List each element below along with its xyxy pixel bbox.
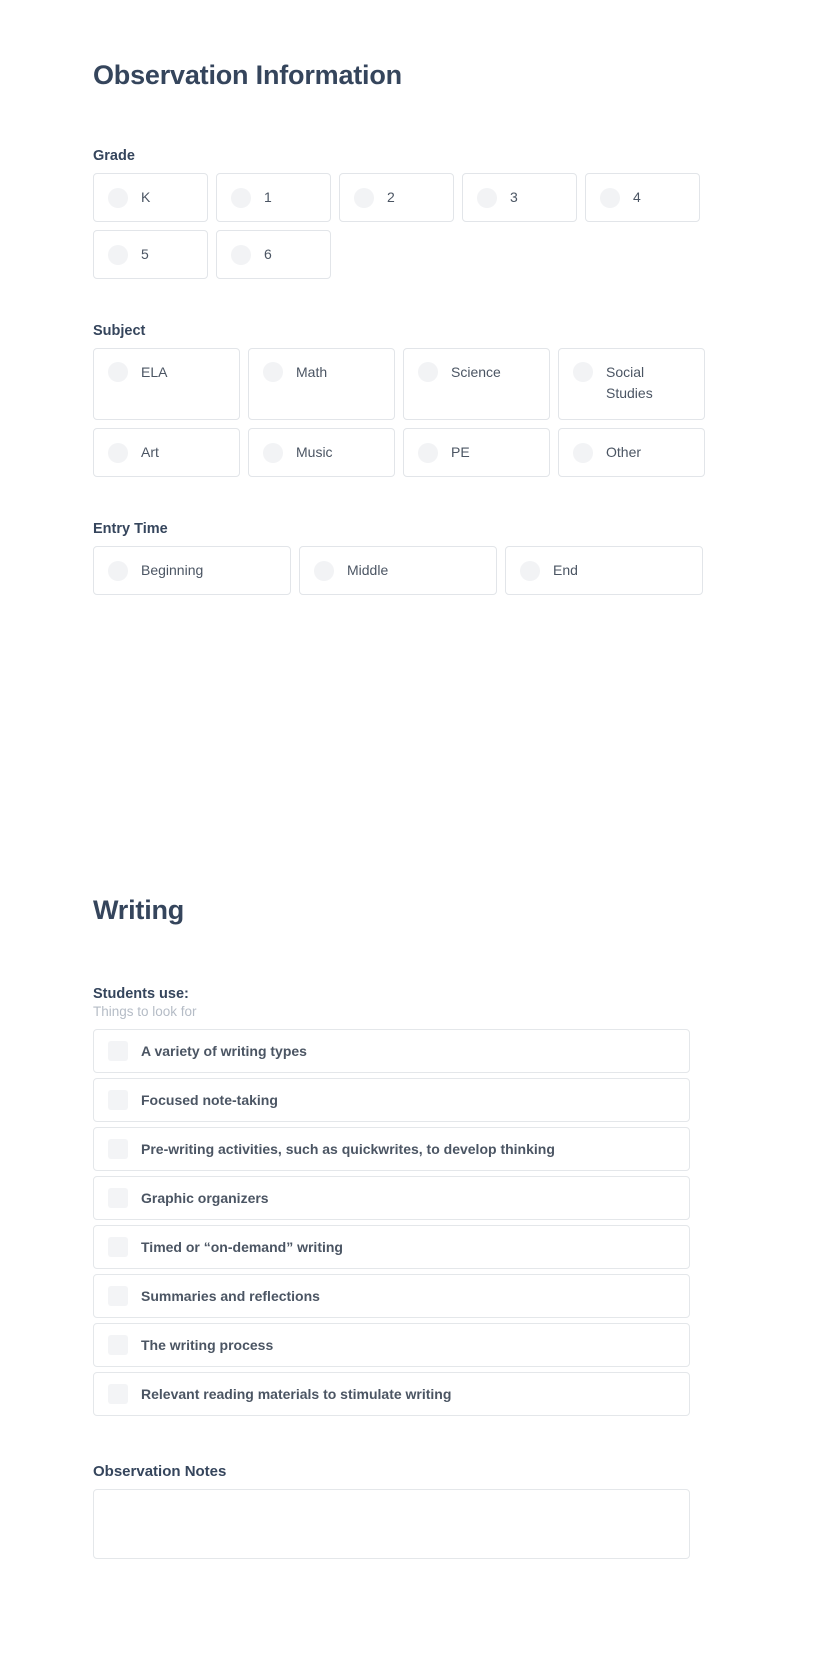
radio-icon [418, 362, 438, 382]
observation-information-section: Observation Information [93, 0, 747, 91]
checklist-item-label: Pre-writing activities, such as quickwri… [141, 1141, 555, 1157]
checklist-item[interactable]: Focused note-taking [93, 1078, 690, 1122]
radio-icon [108, 442, 128, 463]
radio-icon [477, 187, 497, 208]
checklist-item-label: Summaries and reflections [141, 1288, 320, 1304]
option-label: Social Studies [606, 364, 653, 401]
option-label: 5 [141, 246, 149, 262]
subject-field-group: Subject ELA Math Science Social Studies … [93, 323, 747, 477]
checklist-item-label: Graphic organizers [141, 1190, 269, 1206]
subject-option-social-studies[interactable]: Social Studies [558, 348, 705, 420]
grade-option-4[interactable]: 4 [585, 173, 700, 222]
radio-icon [263, 442, 283, 463]
radio-icon [354, 187, 374, 208]
radio-icon [573, 442, 593, 463]
checklist-item-label: A variety of writing types [141, 1043, 307, 1059]
observation-notes-field-group: Observation Notes [93, 1463, 747, 1559]
checkbox-icon[interactable] [108, 1139, 128, 1159]
grade-option-grid: K 1 2 3 4 5 6 [93, 173, 747, 279]
checkbox-icon[interactable] [108, 1041, 128, 1061]
checkbox-icon[interactable] [108, 1384, 128, 1404]
grade-option-1[interactable]: 1 [216, 173, 331, 222]
grade-option-6[interactable]: 6 [216, 230, 331, 279]
checklist-item[interactable]: Pre-writing activities, such as quickwri… [93, 1127, 690, 1171]
checkbox-icon[interactable] [108, 1335, 128, 1355]
option-label: Beginning [141, 562, 204, 578]
radio-icon [520, 560, 540, 581]
students-use-checklist: A variety of writing types Focused note-… [93, 1029, 747, 1416]
radio-icon [108, 362, 128, 382]
subject-option-grid: ELA Math Science Social Studies Art Musi… [93, 348, 747, 477]
entry-time-field-group: Entry Time Beginning Middle End [93, 521, 747, 595]
option-label: 6 [264, 246, 272, 262]
grade-option-2[interactable]: 2 [339, 173, 454, 222]
option-label: 1 [264, 189, 272, 205]
option-label: 2 [387, 189, 395, 205]
checklist-item[interactable]: Relevant reading materials to stimulate … [93, 1372, 690, 1416]
option-label: Music [296, 444, 333, 460]
checkbox-icon[interactable] [108, 1237, 128, 1257]
entry-time-option-grid: Beginning Middle End [93, 546, 747, 595]
checklist-item-label: The writing process [141, 1337, 274, 1353]
subject-option-other[interactable]: Other [558, 428, 705, 477]
writing-section: Writing [93, 595, 747, 926]
checklist-item[interactable]: Graphic organizers [93, 1176, 690, 1220]
radio-icon [108, 244, 128, 265]
subject-option-pe[interactable]: PE [403, 428, 550, 477]
option-label: Science [451, 364, 501, 380]
option-label: 4 [633, 189, 641, 205]
observation-notes-label: Observation Notes [93, 1463, 227, 1480]
checklist-item[interactable]: A variety of writing types [93, 1029, 690, 1073]
subject-option-math[interactable]: Math [248, 348, 395, 420]
radio-icon [108, 560, 128, 581]
subject-option-science[interactable]: Science [403, 348, 550, 420]
checkbox-icon[interactable] [108, 1090, 128, 1110]
students-use-field-group: Students use: Things to look for A varie… [93, 986, 747, 1416]
students-use-sublabel: Things to look for [93, 1004, 197, 1019]
students-use-label: Students use: [93, 986, 189, 1002]
entry-time-option-beginning[interactable]: Beginning [93, 546, 291, 595]
radio-icon [600, 187, 620, 208]
option-label: PE [451, 444, 470, 460]
writing-section-title: Writing [93, 895, 185, 925]
checkbox-icon[interactable] [108, 1188, 128, 1208]
grade-field-group: Grade K 1 2 3 4 5 6 [93, 148, 747, 279]
radio-icon [418, 442, 438, 463]
option-label: 3 [510, 189, 518, 205]
option-label: Math [296, 364, 328, 380]
checklist-item-label: Timed or “on-demand” writing [141, 1239, 343, 1255]
page-title: Observation Information [93, 60, 402, 90]
grade-option-k[interactable]: K [93, 173, 208, 222]
entry-time-option-end[interactable]: End [505, 546, 703, 595]
checklist-item-label: Focused note-taking [141, 1092, 278, 1108]
subject-option-art[interactable]: Art [93, 428, 240, 477]
checklist-item-label: Relevant reading materials to stimulate … [141, 1386, 452, 1402]
radio-icon [263, 362, 283, 382]
checklist-item[interactable]: Summaries and reflections [93, 1274, 690, 1318]
option-label: Middle [347, 562, 389, 578]
option-label: ELA [141, 364, 168, 380]
option-label: K [141, 189, 151, 205]
radio-icon [231, 244, 251, 265]
grade-option-5[interactable]: 5 [93, 230, 208, 279]
option-label: Art [141, 444, 159, 460]
radio-icon [108, 187, 128, 208]
grade-label: Grade [93, 148, 135, 164]
observation-form-page: Observation Information Grade K 1 2 3 4 … [0, 0, 840, 1680]
subject-label: Subject [93, 323, 146, 339]
option-label: End [553, 562, 578, 578]
entry-time-option-middle[interactable]: Middle [299, 546, 497, 595]
subject-option-music[interactable]: Music [248, 428, 395, 477]
subject-option-ela[interactable]: ELA [93, 348, 240, 420]
checklist-item[interactable]: Timed or “on-demand” writing [93, 1225, 690, 1269]
observation-notes-input[interactable] [93, 1489, 690, 1559]
radio-icon [573, 362, 593, 382]
radio-icon [231, 187, 251, 208]
option-label: Other [606, 444, 642, 460]
radio-icon [314, 560, 334, 581]
checklist-item[interactable]: The writing process [93, 1323, 690, 1367]
grade-option-3[interactable]: 3 [462, 173, 577, 222]
checkbox-icon[interactable] [108, 1286, 128, 1306]
entry-time-label: Entry Time [93, 521, 168, 537]
